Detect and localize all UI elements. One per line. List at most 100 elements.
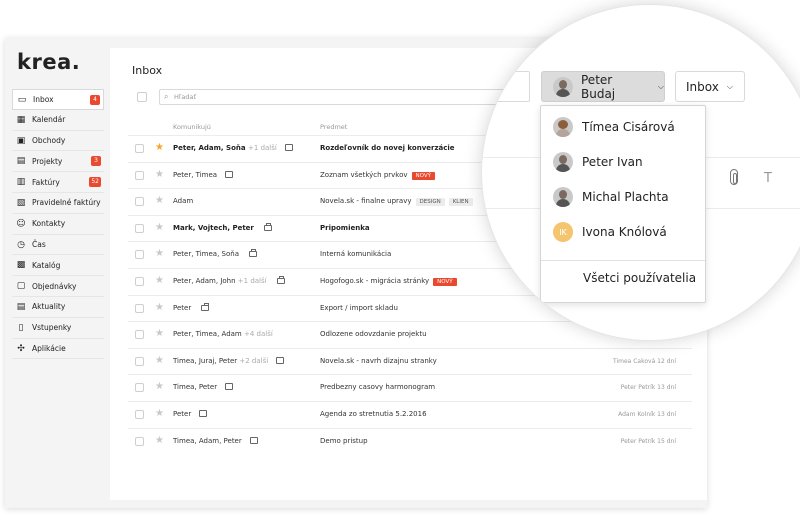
- star-icon[interactable]: ★: [155, 355, 164, 367]
- table-row[interactable]: ★ Peter Agenda zo stretnutia 5.2.2016 Adam …: [128, 401, 692, 428]
- subject-text: Predbezny casovy harmonogram: [320, 383, 436, 392]
- row-checkbox[interactable]: [135, 383, 144, 393]
- row-checkbox[interactable]: [135, 250, 144, 260]
- sidebar-item-label: Pravidelné faktúry: [32, 198, 101, 208]
- star-icon[interactable]: ★: [155, 435, 164, 447]
- sidebar-item-label: Kalendár: [32, 115, 66, 125]
- star-icon[interactable]: ★: [155, 142, 164, 154]
- star-icon[interactable]: ★: [155, 195, 164, 207]
- sidebar: krea. ▭ Inbox 4 ▦ Kalendár ▣ Obchody ▤ Projekty 3…: [5, 38, 110, 508]
- participants-text: Peter: [173, 303, 192, 312]
- row-checkbox[interactable]: [135, 223, 144, 233]
- subject-text: Odlozene odovzdanie projektu: [320, 330, 427, 339]
- participants-text: Adam: [173, 197, 194, 206]
- select-all-checkbox[interactable]: [137, 92, 147, 102]
- participants-text: Peter, Adam, Soňa: [173, 144, 246, 152]
- star-icon[interactable]: ★: [155, 275, 164, 287]
- sidebar-item-label: Projekty: [32, 156, 63, 166]
- invoice-icon: ▥: [16, 177, 26, 188]
- row-checkbox[interactable]: [135, 197, 144, 207]
- row-participants: Peter, Timea, Soňa: [173, 249, 257, 258]
- sidebar-item[interactable]: ▩ Katalóg: [12, 255, 104, 277]
- chat-icon: [276, 356, 285, 364]
- star-icon[interactable]: ★: [155, 408, 164, 420]
- row-checkbox[interactable]: [135, 436, 144, 446]
- tag-badge: DESIGN: [415, 198, 445, 207]
- star-icon[interactable]: ★: [155, 328, 164, 340]
- row-checkbox[interactable]: [135, 356, 144, 366]
- folder-filter-button[interactable]: Inbox ⌵: [675, 71, 745, 102]
- sidebar-item[interactable]: ▧ Pravidelné faktúry: [12, 193, 104, 214]
- row-checkbox[interactable]: [135, 170, 144, 180]
- row-checkbox[interactable]: [135, 277, 144, 286]
- row-participants: Peter, Adam, John +1 další: [173, 276, 285, 285]
- sidebar-item-label: Aktuality: [32, 302, 66, 312]
- more-participants: +1 další: [248, 144, 277, 152]
- chat-icon: [225, 170, 234, 178]
- row-subject: Novela.sk - navrh dizajnu stranky: [320, 357, 437, 365]
- subject-text: Hogofogo.sk - migrácia stránky: [320, 277, 430, 285]
- row-subject: Demo pristup: [320, 437, 368, 445]
- dropdown-item-user[interactable]: IK Ivona Knólová: [553, 220, 667, 244]
- star-icon[interactable]: ★: [155, 302, 164, 314]
- row-owner-age: Timea Caková 12 dní: [612, 357, 676, 365]
- dropdown-item-user[interactable]: Peter Ivan: [553, 150, 643, 174]
- sidebar-item[interactable]: ▤ Projekty 3: [12, 151, 104, 173]
- sidebar-item[interactable]: ▣ Obchody: [12, 131, 104, 152]
- sidebar-item[interactable]: ◷ Čas: [12, 235, 104, 256]
- chat-icon: [225, 383, 234, 391]
- table-row[interactable]: ★ Timea, Adam, Peter Demo pristup Peter Pet…: [128, 427, 692, 455]
- table-row[interactable]: ★ Timea, Juraj, Peter +2 další Novela.sk -…: [128, 347, 692, 375]
- row-subject: Export / import skladu: [320, 304, 398, 312]
- row-participants: Timea, Adam, Peter: [173, 436, 258, 445]
- user-name: Michal Plachta: [582, 190, 669, 204]
- row-checkbox[interactable]: [135, 303, 144, 313]
- sidebar-item-label: Čas: [32, 239, 46, 249]
- row-subject: Interná komunikácia: [320, 250, 391, 258]
- sidebar-item[interactable]: ▭ Inbox 4: [12, 89, 104, 110]
- projects-icon: ▤: [16, 156, 26, 167]
- row-participants: Peter, Timea, Adam +4 další: [173, 330, 273, 338]
- row-participants: Timea, Peter: [173, 383, 234, 392]
- star-icon[interactable]: ★: [155, 381, 164, 393]
- sidebar-item[interactable]: ▥ Faktúry 52: [12, 172, 104, 193]
- sidebar-item[interactable]: ▦ Kalendár: [12, 110, 104, 131]
- more-participants: +4 další: [243, 330, 273, 339]
- row-checkbox[interactable]: [135, 410, 144, 419]
- tag-badge: KLIEN: [448, 198, 473, 207]
- row-checkbox[interactable]: [135, 144, 144, 153]
- participants-text: Peter: [173, 410, 192, 418]
- star-icon[interactable]: ★: [155, 222, 164, 234]
- more-participants: +2 další: [239, 356, 269, 365]
- subject-text: Interná komunikácia: [320, 250, 392, 259]
- row-checkbox[interactable]: [135, 330, 144, 340]
- search-input[interactable]: [174, 91, 474, 103]
- star-icon[interactable]: ★: [155, 248, 164, 260]
- sidebar-item[interactable]: ▤ Aktuality: [12, 297, 104, 318]
- sidebar-item[interactable]: ☺ Kontakty: [12, 214, 104, 235]
- sidebar-item[interactable]: ✣ Aplikácie: [12, 339, 104, 360]
- folder-filter-label: Inbox: [686, 79, 719, 94]
- dropdown-item-user[interactable]: Tímea Cisárová: [553, 115, 675, 139]
- column-header-people: Komunikujú: [173, 123, 211, 131]
- dropdown-item-all-users[interactable]: Všetci používatelia: [583, 271, 696, 285]
- sidebar-item[interactable]: ▢ Objednávky: [12, 276, 104, 297]
- row-subject: Odlozene odovzdanie projektu: [320, 330, 427, 338]
- table-row[interactable]: ★ Timea, Peter Predbezny casovy harmonogra…: [128, 374, 692, 401]
- participants-text: Timea, Peter: [173, 383, 218, 392]
- user-avatar: [553, 117, 573, 137]
- user-avatar: [553, 76, 573, 97]
- row-subject: Agenda zo stretnutia 5.2.2016: [320, 410, 427, 418]
- dropdown-divider: [541, 260, 705, 261]
- sidebar-item[interactable]: ▯ Vstupenky: [12, 318, 104, 339]
- dropdown-item-user[interactable]: Michal Plachta: [553, 185, 669, 209]
- user-filter-button[interactable]: Peter Budaj ⌵: [541, 71, 665, 102]
- row-subject: Zoznam všetkých prvkov NOVÝ: [320, 171, 435, 180]
- tag-badge: NOVÝ: [411, 171, 435, 180]
- briefcase-icon: [201, 302, 210, 311]
- sidebar-item-label: Inbox: [33, 94, 54, 104]
- star-icon[interactable]: ★: [155, 169, 164, 181]
- search-box[interactable]: ⌕: [159, 89, 529, 105]
- search-box-zoomed[interactable]: [482, 71, 530, 102]
- row-subject: Pripomienka: [320, 224, 370, 232]
